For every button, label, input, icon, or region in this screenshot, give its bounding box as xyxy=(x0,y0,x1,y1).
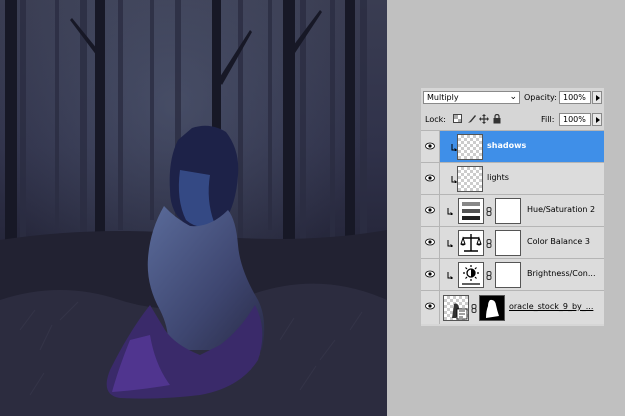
opacity-slider-button[interactable] xyxy=(592,91,602,104)
adjustment-thumbnail xyxy=(458,198,484,224)
layer-row-hue-saturation[interactable]: Hue/Saturation 2 xyxy=(421,194,604,226)
layer-mask-thumbnail xyxy=(479,295,505,321)
layer-row-brightness-contrast[interactable]: Brightness/Con... xyxy=(421,258,604,290)
lock-label: Lock: xyxy=(425,115,446,124)
smart-object-icon xyxy=(452,303,468,320)
layer-row-oracle-stock[interactable]: oracle_stock_9_by_... xyxy=(421,290,604,324)
eye-icon xyxy=(425,238,435,246)
layer-name: shadows xyxy=(487,141,527,150)
layer-name: Brightness/Con... xyxy=(527,269,596,278)
lock-transparent-icon[interactable] xyxy=(453,114,463,124)
layer-name: oracle_stock_9_by_... xyxy=(509,302,594,311)
fill-value: 100% xyxy=(563,115,586,124)
layer-mask-thumbnail xyxy=(495,230,521,256)
fill-slider-button[interactable] xyxy=(592,113,602,126)
layer-mask-thumbnail xyxy=(495,262,521,288)
visibility-toggle[interactable] xyxy=(421,259,440,290)
forest-scene-image xyxy=(0,0,387,416)
blend-mode-value: Multiply xyxy=(427,93,459,102)
eye-icon xyxy=(425,174,435,182)
play-arrow-icon xyxy=(596,117,600,123)
lock-position-move-icon[interactable] xyxy=(479,114,489,124)
smart-object-thumbnail xyxy=(443,295,469,321)
mask-silhouette-icon xyxy=(486,299,499,318)
link-chain-icon[interactable] xyxy=(486,207,492,216)
layer-mask-thumbnail xyxy=(495,198,521,224)
layer-row-lights[interactable]: lights xyxy=(421,162,604,194)
color-balance-icon xyxy=(460,234,482,252)
brightness-contrast-icon xyxy=(462,265,480,285)
eye-icon xyxy=(425,270,435,278)
link-chain-icon[interactable] xyxy=(486,239,492,248)
opacity-value: 100% xyxy=(563,93,586,102)
layer-thumbnail xyxy=(457,134,483,160)
eye-icon xyxy=(425,142,435,150)
chevron-down-icon: ⌄ xyxy=(509,92,517,102)
clipping-arrow-icon xyxy=(447,272,453,279)
link-chain-icon[interactable] xyxy=(471,304,477,313)
layers-panel: Multiply ⌄ Opacity: 100% Lock: Fill: 100… xyxy=(421,88,604,326)
visibility-toggle[interactable] xyxy=(421,163,440,194)
layers-list: shadows lights Hue/Saturation 2 Color Ba… xyxy=(421,130,604,326)
link-chain-icon[interactable] xyxy=(486,271,492,280)
eye-icon xyxy=(425,302,435,310)
fill-label: Fill: xyxy=(541,115,555,124)
visibility-toggle[interactable] xyxy=(421,195,440,226)
layer-thumbnail xyxy=(457,166,483,192)
lock-image-brush-icon[interactable] xyxy=(467,114,477,124)
opacity-label: Opacity: xyxy=(524,93,557,102)
layer-row-shadows[interactable]: shadows xyxy=(421,130,604,162)
visibility-toggle[interactable] xyxy=(421,291,440,324)
adjustment-thumbnail xyxy=(458,230,484,256)
play-arrow-icon xyxy=(596,95,600,101)
visibility-toggle[interactable] xyxy=(421,131,440,162)
layer-options-bar: Multiply ⌄ Opacity: 100% Lock: Fill: 100… xyxy=(421,88,604,130)
eye-icon xyxy=(425,206,435,214)
fill-input[interactable]: 100% xyxy=(559,113,591,126)
blend-mode-dropdown[interactable]: Multiply ⌄ xyxy=(423,91,520,104)
layer-name: Color Balance 3 xyxy=(527,237,590,246)
layer-name: lights xyxy=(487,173,509,182)
adjustment-thumbnail xyxy=(458,262,484,288)
clipping-arrow-icon xyxy=(447,240,453,247)
visibility-toggle[interactable] xyxy=(421,227,440,258)
lock-all-icon[interactable] xyxy=(492,114,502,124)
opacity-input[interactable]: 100% xyxy=(559,91,591,104)
clipping-arrow-icon xyxy=(447,208,453,215)
hue-saturation-icon xyxy=(462,202,480,220)
document-canvas[interactable] xyxy=(0,0,387,416)
layer-name: Hue/Saturation 2 xyxy=(527,205,596,214)
layer-row-color-balance[interactable]: Color Balance 3 xyxy=(421,226,604,258)
